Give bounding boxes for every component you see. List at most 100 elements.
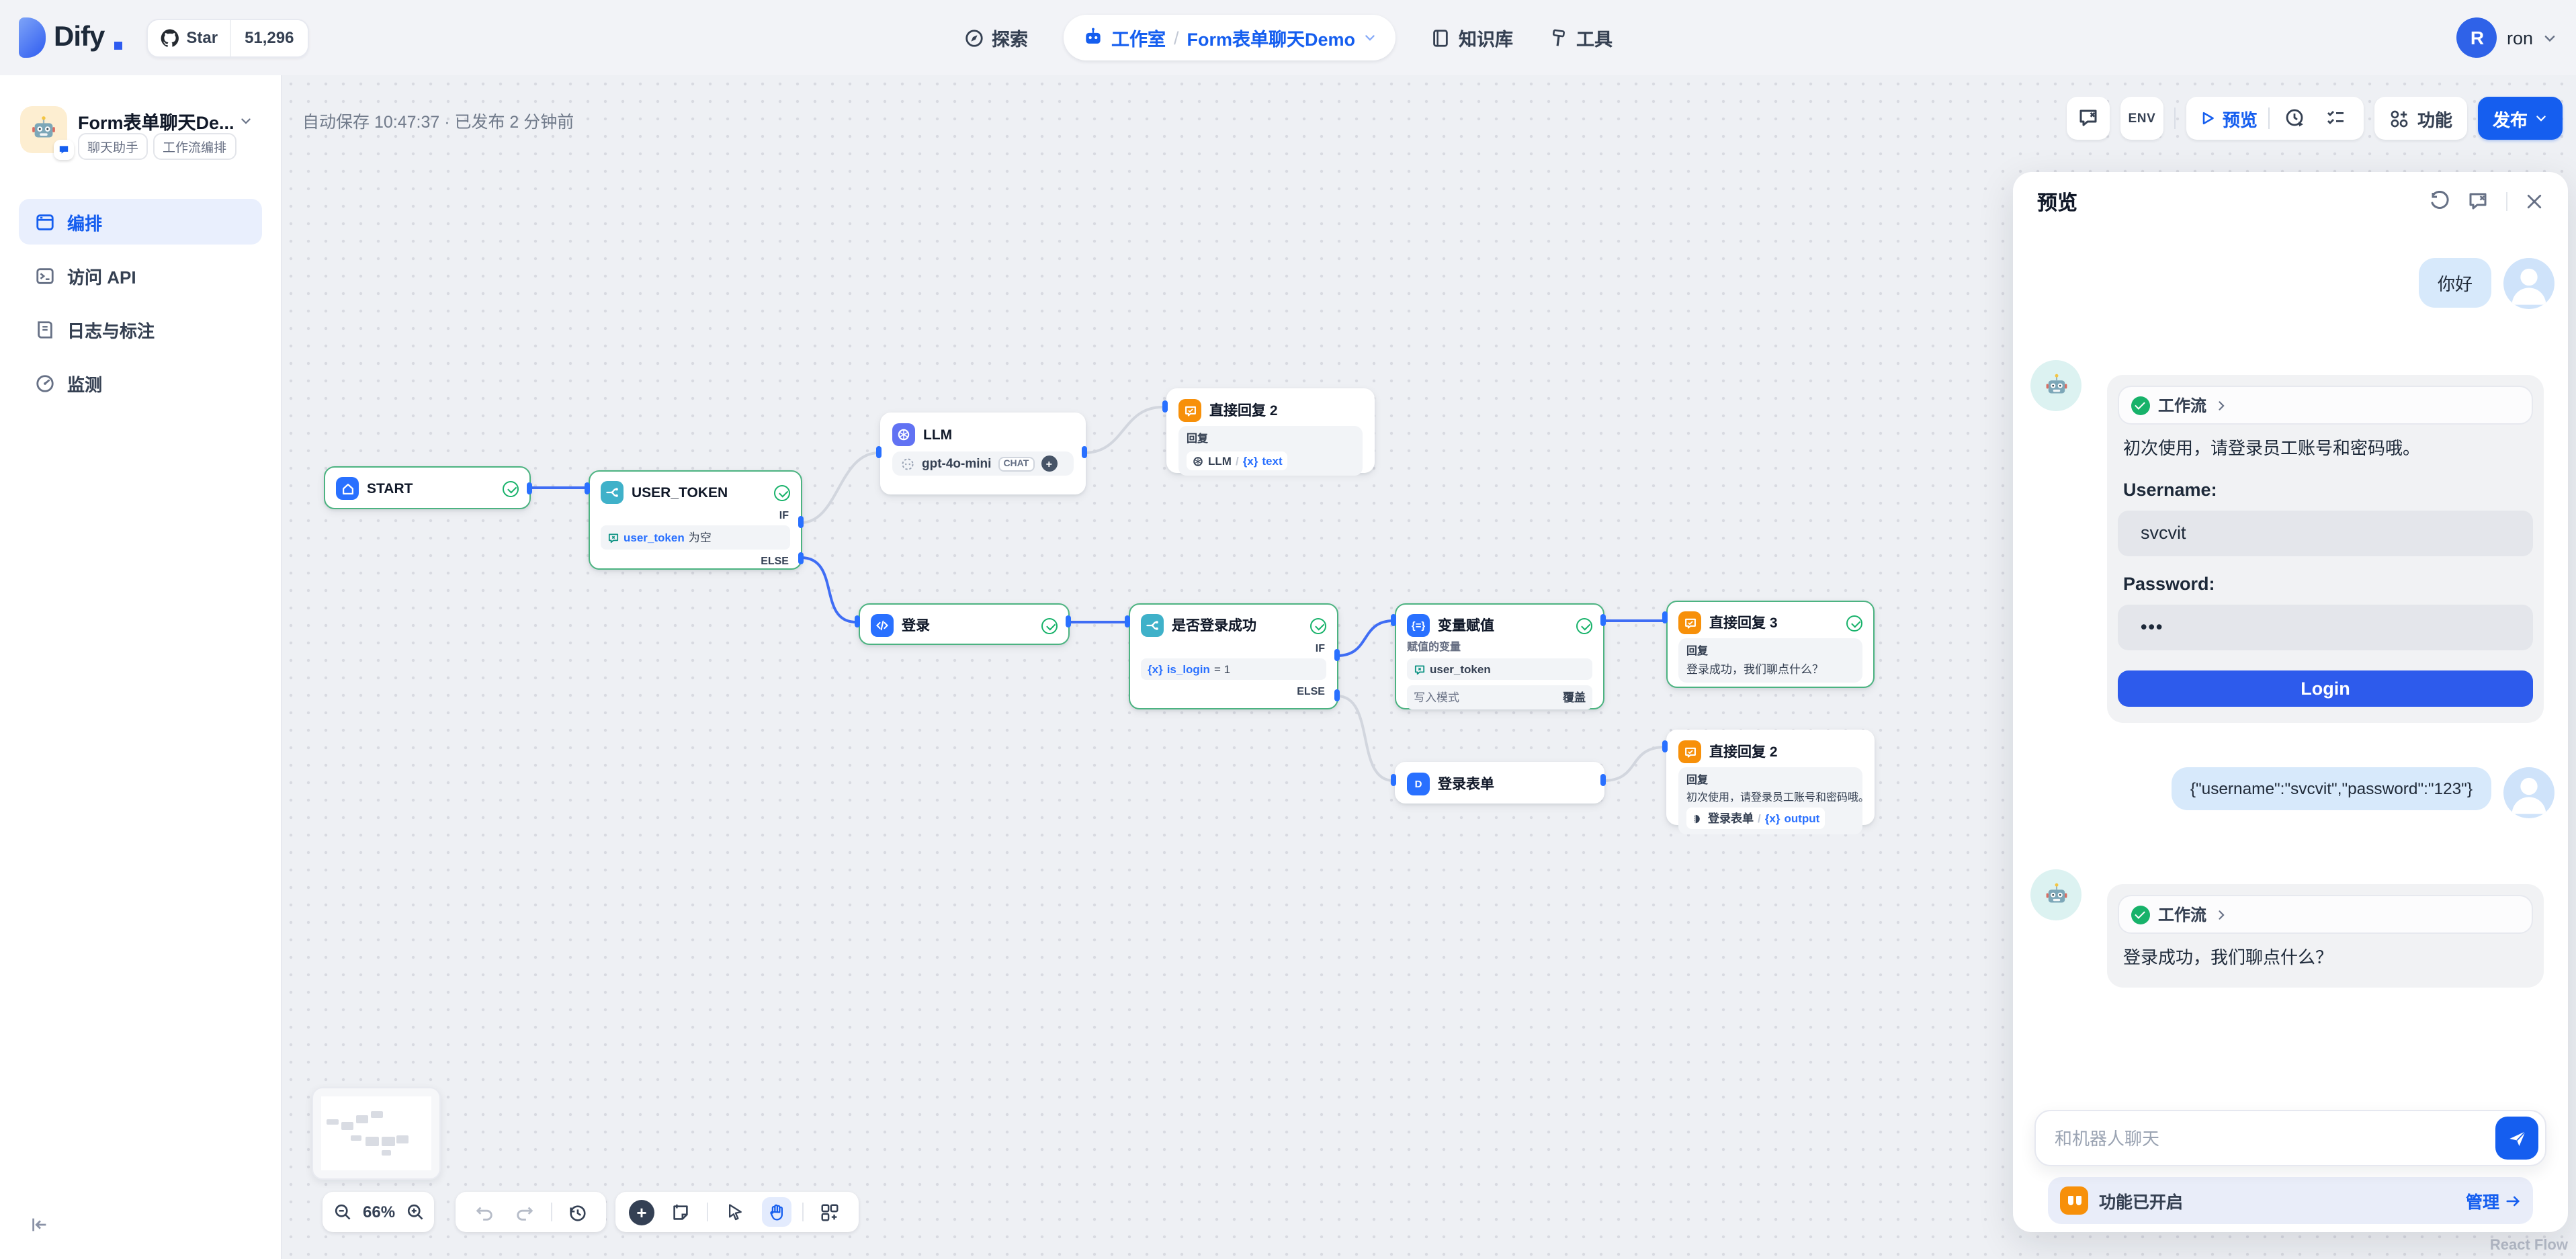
node-login-check[interactable]: 是否登录成功 IF {x} is_login = 1 ELSE (1129, 603, 1338, 709)
port[interactable] (855, 615, 860, 627)
node-title: 是否登录成功 (1172, 615, 1256, 636)
zoom-out-icon[interactable] (333, 1197, 352, 1227)
chevron-down-icon (2534, 112, 2548, 125)
node-start[interactable]: START (324, 466, 531, 509)
add-node-button[interactable]: + (629, 1199, 654, 1225)
reply-label: 回复 (1686, 644, 1854, 658)
port[interactable] (585, 482, 590, 494)
preview-button[interactable]: 预览 (2200, 105, 2258, 131)
restart-icon[interactable] (2428, 191, 2450, 212)
node-answer2-top[interactable]: 直接回复 2 回复 LLM / {x} text (1166, 388, 1375, 473)
port[interactable] (1662, 740, 1668, 752)
node-login[interactable]: 登录 (859, 603, 1070, 645)
node-user-token[interactable]: USER_TOKEN IF user_token 为空 ELSE (589, 470, 802, 570)
hand-tool-icon[interactable] (761, 1197, 791, 1227)
username-field[interactable]: svcvit (2118, 511, 2533, 556)
sidebar-item-label: 日志与标注 (67, 316, 155, 342)
model-settings-icon[interactable]: + (1041, 455, 1057, 472)
auto-layout-icon[interactable] (816, 1197, 845, 1227)
sidebar-item-monitor[interactable]: 监测 (19, 360, 262, 406)
port[interactable] (1334, 689, 1340, 701)
redo-icon[interactable] (510, 1197, 540, 1227)
nav-knowledge[interactable]: 知识库 (1430, 24, 1513, 51)
node-login-form[interactable]: D 登录表单 (1395, 762, 1604, 804)
history-icon[interactable] (562, 1197, 592, 1227)
github-star-badge[interactable]: Star 51,296 (146, 18, 308, 57)
main-nav: 探索 工作室 / Form表单聊天Demo 知识库 工具 (963, 0, 1613, 75)
model-selector[interactable]: gpt-4o-mini CHAT + (892, 451, 1074, 476)
answer-icon (1678, 611, 1701, 634)
minimap[interactable] (312, 1087, 441, 1180)
run-history-icon[interactable] (2280, 103, 2310, 133)
collapse-sidebar-icon[interactable] (30, 1215, 50, 1235)
port[interactable] (1162, 400, 1168, 413)
nav-tools[interactable]: 工具 (1548, 24, 1613, 51)
publish-label: 发布 (2493, 105, 2528, 131)
pointer-tool-icon[interactable] (720, 1197, 750, 1227)
user-avatar (2503, 258, 2554, 309)
port[interactable] (1662, 611, 1668, 623)
nav-explore[interactable]: 探索 (963, 24, 1028, 51)
app-title-row[interactable]: Form表单聊天De... (78, 107, 273, 134)
username-label: Username: (2118, 480, 2533, 500)
reply-text: 登录成功，我们聊点什么？ (1686, 661, 1854, 677)
features-button[interactable]: 功能 (2374, 97, 2467, 140)
sidebar-item-logs[interactable]: 日志与标注 (19, 306, 262, 352)
port[interactable] (798, 516, 804, 528)
send-button[interactable] (2495, 1117, 2538, 1160)
sidebar-item-api[interactable]: 访问 API (19, 253, 262, 298)
nav-studio-label: 工作室 (1111, 24, 1166, 51)
port[interactable] (527, 482, 532, 494)
node-llm[interactable]: LLM gpt-4o-mini CHAT + (880, 413, 1086, 494)
user-message: {"username":"svcvit","password":"123"} (2172, 767, 2554, 818)
port[interactable] (1600, 614, 1606, 626)
port[interactable] (876, 446, 882, 458)
sidebar-item-orchestrate[interactable]: 编排 (19, 199, 262, 245)
dify-logo[interactable]: Dify (19, 17, 122, 58)
nav-studio-breadcrumb[interactable]: 工作室 / Form表单聊天Demo (1063, 15, 1396, 60)
success-check-icon (1041, 617, 1058, 634)
undo-icon[interactable] (470, 1197, 499, 1227)
workflow-status-row[interactable]: 工作流 (2118, 386, 2533, 425)
chatflow-badge-icon (54, 140, 74, 160)
port[interactable] (1082, 446, 1087, 458)
top-header: Dify Star 51,296 探索 工作室 / Form表单聊天Demo (0, 0, 2576, 75)
assigned-variable-row[interactable]: user_token (1407, 658, 1592, 680)
zoom-in-icon[interactable] (406, 1197, 425, 1227)
zoom-level[interactable]: 66% (363, 1203, 395, 1221)
port[interactable] (1600, 774, 1606, 786)
condition-row[interactable]: {x} is_login = 1 (1141, 658, 1326, 680)
tools-icon (1548, 28, 1568, 48)
password-label: Password: (2118, 574, 2533, 594)
tool-ref-icon (1692, 812, 1704, 824)
slash: / (1758, 812, 1761, 825)
condition-row[interactable]: user_token 为空 (601, 525, 790, 550)
checklist-icon[interactable] (2321, 103, 2350, 133)
manage-features-link[interactable]: 管理 (2466, 1188, 2521, 1213)
app-icon[interactable] (20, 106, 67, 153)
login-button[interactable]: Login (2118, 670, 2533, 707)
write-mode-row[interactable]: 写入模式 覆盖 (1407, 685, 1592, 709)
star-count: 51,296 (230, 19, 307, 56)
account-menu[interactable]: R ron (2457, 17, 2557, 58)
port[interactable] (1125, 615, 1130, 627)
clear-chat-icon[interactable] (2467, 191, 2489, 212)
port[interactable] (1066, 615, 1071, 627)
env-variables-button[interactable]: ENV (2120, 97, 2163, 140)
port[interactable] (1391, 774, 1396, 786)
chat-input[interactable] (2055, 1128, 2495, 1148)
port[interactable] (798, 552, 804, 564)
port[interactable] (1391, 614, 1396, 626)
node-answer2-bottom[interactable]: 直接回复 2 回复 初次使用，请登录员工账号和密码哦。 登录表单 / {x} o… (1666, 730, 1875, 825)
close-icon[interactable] (2525, 192, 2544, 211)
password-field[interactable]: ••• (2118, 605, 2533, 650)
node-variable-assigner[interactable]: {=} 变量赋值 赋值的变量 user_token 写入模式 覆盖 (1395, 603, 1604, 709)
user-name: ron (2507, 28, 2533, 48)
publish-button[interactable]: 发布 (2478, 97, 2563, 140)
if-else-icon (1141, 614, 1164, 637)
workflow-status-row[interactable]: 工作流 (2118, 895, 2533, 934)
add-note-icon[interactable] (666, 1197, 695, 1227)
port[interactable] (1334, 649, 1340, 661)
node-answer3[interactable]: 直接回复 3 回复 登录成功，我们聊点什么？ (1666, 601, 1875, 688)
annotation-button[interactable] (2067, 97, 2110, 140)
